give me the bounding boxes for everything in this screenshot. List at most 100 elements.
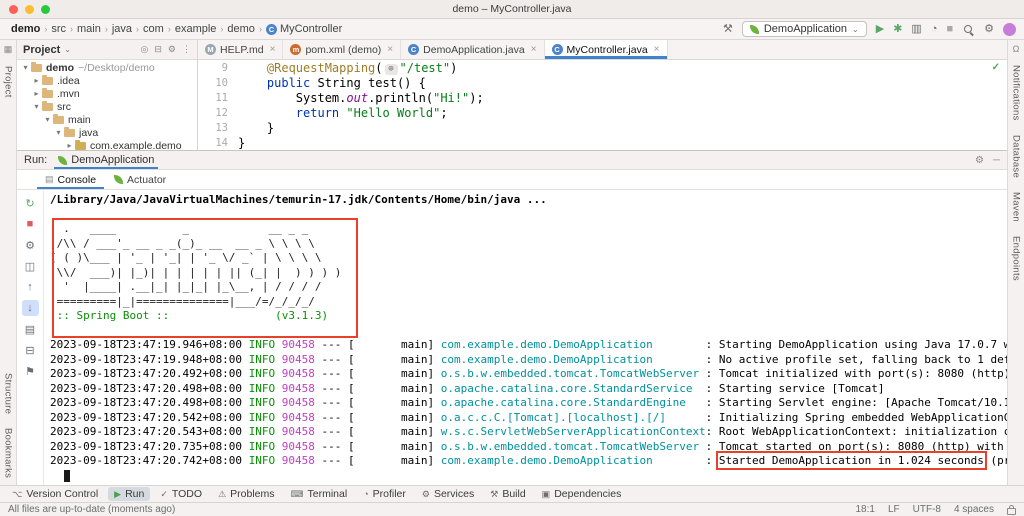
ide-window: demo – MyController.java demo › src › main › j… xyxy=(0,0,1024,516)
toolwindow-dependencies[interactable]: ▣ Dependencies xyxy=(536,487,628,501)
console-output[interactable]: /Library/Java/JavaVirtualMachines/temuri… xyxy=(44,190,1007,485)
editor-line[interactable]: 14} xyxy=(198,136,1007,150)
tab-close-icon[interactable]: × xyxy=(387,44,393,55)
scroll-to-end-icon[interactable]: ↓ xyxy=(21,300,39,316)
stripe-button-notifications[interactable]: Notifications xyxy=(1011,65,1022,121)
toolwindow-todo[interactable]: ✓ TODO xyxy=(154,487,208,501)
breadcrumb-item[interactable]: java xyxy=(109,23,135,35)
run-view-tab-console[interactable]: ▤ Console xyxy=(37,170,104,189)
pin-icon[interactable]: ⚑ xyxy=(22,363,39,379)
chevron-right-icon[interactable]: ▸ xyxy=(32,89,41,98)
readonly-lock-icon[interactable] xyxy=(1007,504,1016,515)
print-icon[interactable]: ▤ xyxy=(22,321,39,337)
more-icon[interactable]: ⋮ xyxy=(182,44,191,55)
indent-widget[interactable]: 4 spaces xyxy=(954,504,994,515)
settings-icon[interactable]: ⚙ xyxy=(168,44,176,55)
chevron-right-icon[interactable]: ▸ xyxy=(32,76,41,85)
settings-gear-icon[interactable]: ⚙ xyxy=(984,23,994,35)
toolwindow-run[interactable]: ▶ Run xyxy=(108,487,151,501)
url-mapping-inlay-icon[interactable]: ⊕ xyxy=(384,64,398,75)
chevron-down-icon[interactable]: ▾ xyxy=(32,102,41,111)
edit-configuration-icon[interactable]: ⚙ xyxy=(22,237,39,253)
breadcrumb-class-item[interactable]: C MyController xyxy=(263,23,345,35)
debug-button[interactable]: ✱ xyxy=(893,23,902,35)
user-avatar[interactable] xyxy=(1003,22,1016,36)
toolwindow-build[interactable]: ⚒ Build xyxy=(484,487,531,501)
editor-line[interactable]: 13 } xyxy=(198,121,1007,136)
caret-position-widget[interactable]: 18:1 xyxy=(855,504,874,515)
rerun-icon[interactable]: ↻ xyxy=(22,195,39,211)
tab-close-icon[interactable]: × xyxy=(654,44,660,55)
breadcrumb-item[interactable]: main xyxy=(74,23,104,35)
toolwindow-version-control[interactable]: ⌥ Version Control xyxy=(6,487,104,501)
coverage-icon[interactable]: ▥ xyxy=(911,23,921,35)
chevron-down-icon[interactable]: ▾ xyxy=(54,128,63,137)
project-tree-item[interactable]: ▸ .idea xyxy=(17,74,197,87)
run-configuration-selector[interactable]: DemoApplication ⌄ xyxy=(741,21,867,37)
chevron-right-icon[interactable]: ▸ xyxy=(65,141,74,150)
breadcrumb-item[interactable]: demo xyxy=(224,23,258,35)
editor-tab[interactable]: m pom.xml (demo) × xyxy=(283,40,402,59)
log-line: 2023-09-18T23:47:20.492+08:00 INFO 90458… xyxy=(50,367,1007,380)
editor-line[interactable]: 12 return "Hello World"; xyxy=(198,106,1007,121)
editor-tab[interactable]: C MyController.java × xyxy=(544,40,668,59)
center-column: Project ⌄ ◎ ⊟ ⚙ ⋮ ▾ demo ~/Desktop/demo ▸ .idea… xyxy=(17,40,1007,485)
stripe-button-database[interactable]: Database xyxy=(1011,135,1022,178)
run-configuration-tab[interactable]: DemoApplication xyxy=(54,151,158,169)
search-everywhere-icon[interactable] xyxy=(962,23,975,36)
project-tree-item[interactable]: ▾ main xyxy=(17,113,197,126)
project-panel-title[interactable]: Project xyxy=(23,44,60,56)
project-tree-item[interactable]: ▾ demo ~/Desktop/demo xyxy=(17,61,197,74)
toolwindow-profiler[interactable]: ◔ Profiler xyxy=(357,487,412,501)
project-tree-item[interactable]: ▸ com.example.demo xyxy=(17,139,197,150)
dump-threads-icon[interactable]: ◫ xyxy=(22,258,39,274)
profiler-icon[interactable]: ◔ xyxy=(931,23,938,35)
stripe-button-bookmarks[interactable]: Bookmarks xyxy=(3,428,14,478)
collapse-all-icon[interactable]: ⊟ xyxy=(154,44,162,55)
stop-icon[interactable]: ■ xyxy=(946,23,953,35)
breadcrumb-item[interactable]: src xyxy=(48,23,69,35)
encoding-widget[interactable]: UTF-8 xyxy=(913,504,941,515)
breadcrumb-item[interactable]: demo xyxy=(8,23,43,35)
tab-close-icon[interactable]: × xyxy=(270,44,276,55)
line-number: 9 xyxy=(221,62,228,74)
editor-tab[interactable]: M HELP.md × xyxy=(198,40,284,59)
zoom-window-button[interactable] xyxy=(41,4,50,14)
project-tree-item[interactable]: ▾ src xyxy=(17,100,197,113)
editor-line[interactable]: 11 System.out.println("Hi!"); xyxy=(198,91,1007,106)
tab-close-icon[interactable]: × xyxy=(531,44,537,55)
stripe-button-structure[interactable]: Structure xyxy=(3,373,14,414)
editor-line[interactable]: 10 public String test() { xyxy=(198,76,1007,91)
run-view-tab-actuator[interactable]: Actuator xyxy=(106,170,174,189)
notifications-bell-icon[interactable]: Ω xyxy=(1013,44,1020,54)
hide-icon[interactable]: ─ xyxy=(993,155,1000,166)
inspections-ok-icon[interactable]: ✓ xyxy=(992,62,1000,73)
breadcrumb-item[interactable]: com xyxy=(140,23,167,35)
locate-file-icon[interactable]: ◎ xyxy=(141,44,149,55)
line-separator-widget[interactable]: LF xyxy=(888,504,900,515)
stripe-button-maven[interactable]: Maven xyxy=(1011,192,1022,222)
editor-tab[interactable]: C DemoApplication.java × xyxy=(401,40,545,59)
toolwindow-problems[interactable]: ⚠ Problems xyxy=(212,487,280,501)
code-editor[interactable]: 9 @RequestMapping(⊕ "/test") 10 public Str… xyxy=(198,60,1007,150)
editor-line[interactable]: 9 @RequestMapping(⊕ "/test") xyxy=(198,61,1007,76)
close-window-button[interactable] xyxy=(9,4,18,14)
stripe-button-project[interactable]: Project xyxy=(3,66,14,98)
up-stack-trace-icon[interactable]: ↑ xyxy=(22,279,39,295)
project-tree-item[interactable]: ▸ .mvn xyxy=(17,87,197,100)
chevron-down-icon[interactable]: ⌄ xyxy=(64,45,71,54)
build-hammer-icon[interactable]: ⚒ xyxy=(723,23,733,35)
middle-area: ▦ Project Structure Bookmarks Project ⌄ ◎ ⊟ ⚙… xyxy=(0,40,1024,485)
toolwindow-terminal[interactable]: ⌨ Terminal xyxy=(285,487,354,501)
clear-all-icon[interactable]: ⊟ xyxy=(22,342,39,358)
minimize-window-button[interactable] xyxy=(25,4,34,14)
breadcrumb-item[interactable]: example xyxy=(172,23,220,35)
chevron-down-icon[interactable]: ▾ xyxy=(21,63,30,72)
project-tree-item[interactable]: ▾ java xyxy=(17,126,197,139)
settings-icon[interactable]: ⚙ xyxy=(975,155,984,166)
stop-icon[interactable]: ■ xyxy=(22,216,39,232)
run-button[interactable]: ▶ xyxy=(876,23,884,35)
toolwindow-services[interactable]: ⚙ Services xyxy=(416,487,480,501)
stripe-button-endpoints[interactable]: Endpoints xyxy=(1011,236,1022,281)
chevron-down-icon[interactable]: ▾ xyxy=(43,115,52,124)
